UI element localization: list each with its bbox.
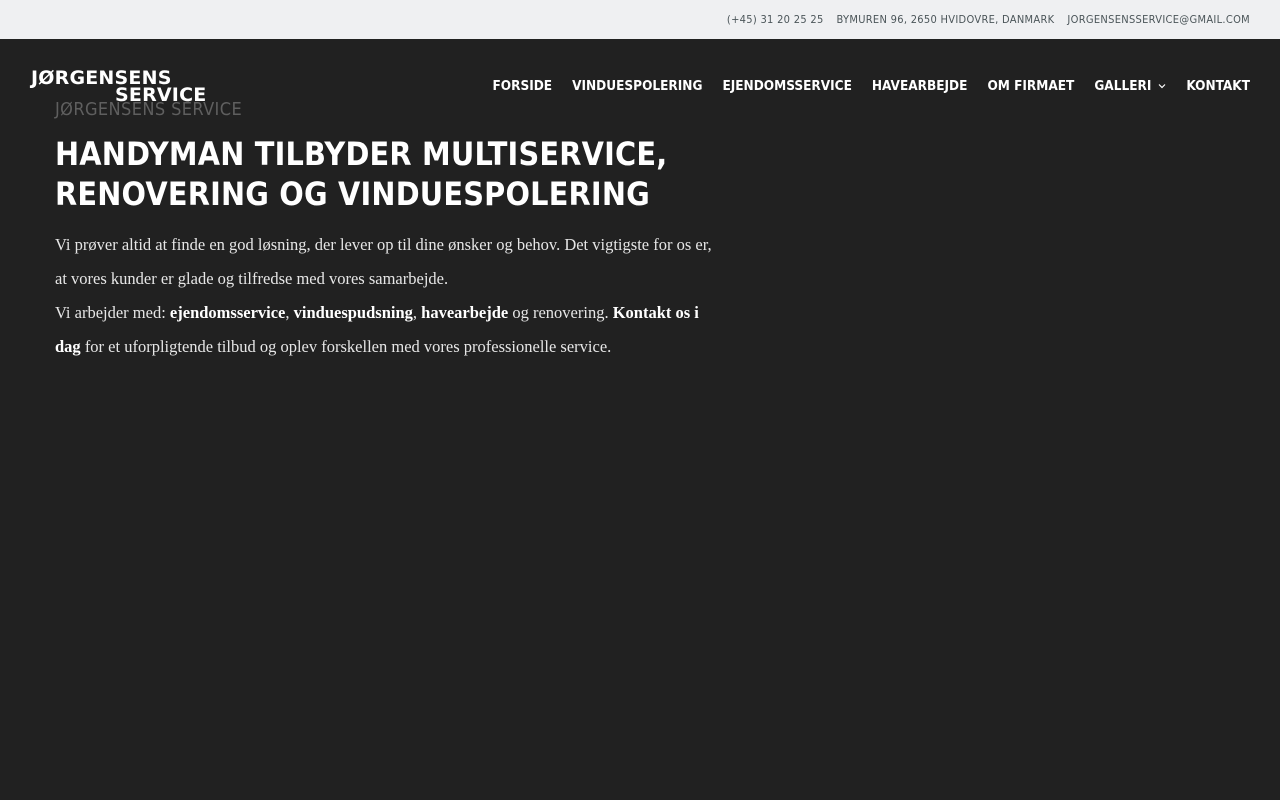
phone-link[interactable]: (+45) 31 20 25 25: [727, 13, 824, 26]
hero-section: JØRGENSENS SERVICE HANDYMAN TILBYDER MUL…: [55, 98, 715, 364]
offer-text: for et uforpligtende tilbud og oplev for…: [80, 337, 612, 356]
separator-text: ,: [412, 303, 422, 322]
hero-eyebrow: JØRGENSENS SERVICE: [55, 99, 243, 120]
address-link[interactable]: BYMUREN 96, 2650 HVIDOVRE, DANMARK: [837, 13, 1055, 26]
hero-paragraph-2: Vi arbejder med: ejendomsservice, vindue…: [55, 296, 715, 364]
nav-item-vinduespolering[interactable]: VINDUESPOLERING: [572, 78, 702, 94]
services-intro-text: Vi arbejder med:: [55, 303, 170, 322]
main-nav: FORSIDE VINDUESPOLERING EJENDOMSSERVICE …: [472, 78, 1250, 94]
chevron-down-icon: [1158, 84, 1166, 89]
separator-text: ,: [285, 303, 294, 322]
vinduespudsning-link[interactable]: vinduespudsning: [294, 303, 413, 322]
nav-item-galleri[interactable]: GALLERI: [1094, 78, 1166, 94]
renovering-text: og renovering.: [508, 303, 613, 322]
nav-item-ejendomsservice[interactable]: EJENDOMSSERVICE: [722, 78, 851, 94]
nav-item-forside[interactable]: FORSIDE: [492, 78, 552, 94]
havearbejde-link[interactable]: havearbejde: [421, 303, 508, 322]
ejendomsservice-link[interactable]: ejendomsservice: [170, 303, 285, 322]
hero-title: HANDYMAN TILBYDER MULTISERVICE, RENOVERI…: [55, 135, 668, 213]
email-link[interactable]: JORGENSENSSERVICE@GMAIL.COM: [1067, 13, 1250, 26]
nav-item-havearbejde[interactable]: HAVEARBEJDE: [872, 78, 968, 94]
nav-item-kontakt[interactable]: KONTAKT: [1186, 78, 1250, 94]
nav-item-om-firmaet[interactable]: OM FIRMAET: [987, 78, 1074, 94]
hero-paragraph-1: Vi prøver altid at finde en god løsning,…: [55, 235, 712, 288]
top-info-bar: (+45) 31 20 25 25 BYMUREN 96, 2650 HVIDO…: [0, 0, 1280, 39]
nav-item-galleri-label: GALLERI: [1094, 78, 1152, 94]
